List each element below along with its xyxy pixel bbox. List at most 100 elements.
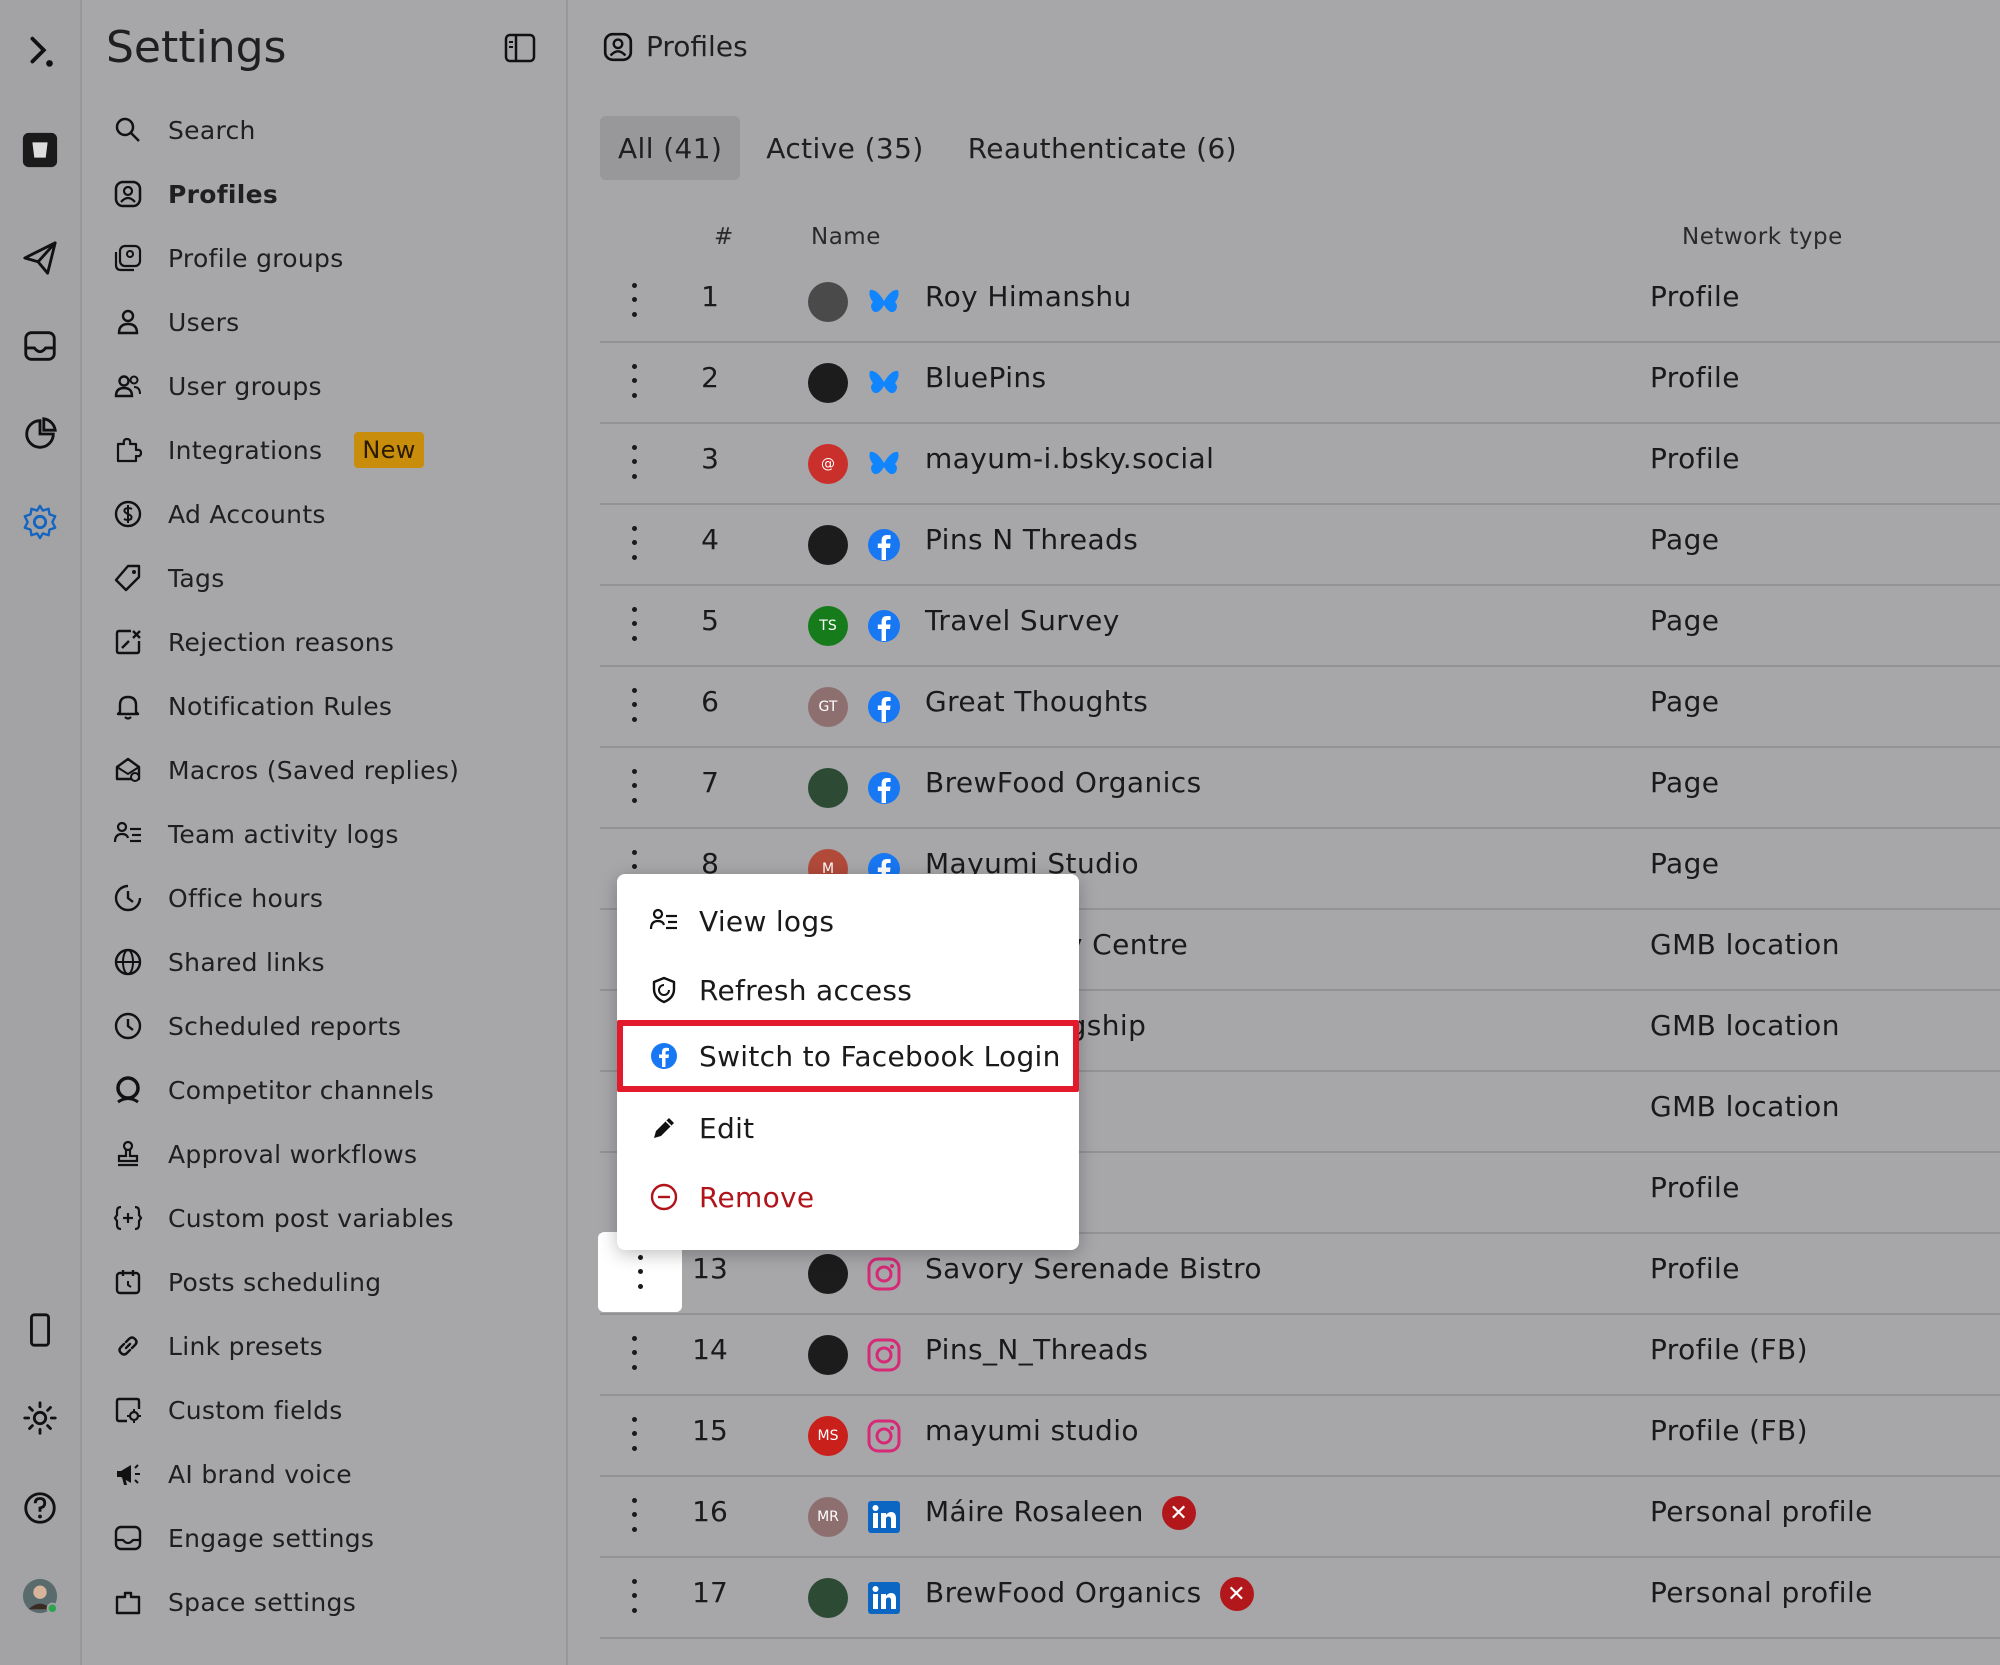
column-header-network-type[interactable]: Network type bbox=[1682, 224, 1843, 250]
nav-item-users[interactable]: Users bbox=[112, 294, 542, 350]
table-row[interactable]: 14 Pins_N_Threads Profile (FB) bbox=[600, 1315, 2000, 1396]
analytics-icon[interactable] bbox=[16, 410, 64, 458]
nav-item-approval-workflows[interactable]: Approval workflows bbox=[112, 1126, 542, 1182]
publish-icon[interactable] bbox=[16, 234, 64, 282]
profile-name[interactable]: Roy Himanshu bbox=[925, 280, 1132, 313]
profile-name[interactable]: BrewFood Organics ✕ bbox=[925, 1576, 1254, 1611]
kebab-icon[interactable] bbox=[622, 521, 646, 565]
profile-name[interactable]: Travel Survey bbox=[925, 604, 1120, 637]
nav-item-ad-accounts[interactable]: Ad Accounts bbox=[112, 486, 542, 542]
dollar-icon bbox=[112, 498, 144, 530]
avatar: MS bbox=[808, 1416, 848, 1456]
nav-item-custom-fields[interactable]: Custom fields bbox=[112, 1382, 542, 1438]
nav-item-link-presets[interactable]: Link presets bbox=[112, 1318, 542, 1374]
nav-item-rejection-reasons[interactable]: Rejection reasons bbox=[112, 614, 542, 670]
profile-name[interactable]: Máire Rosaleen ✕ bbox=[925, 1495, 1196, 1530]
nav-item-tags[interactable]: Tags bbox=[112, 550, 542, 606]
workspace-avatar-icon[interactable] bbox=[16, 126, 64, 174]
profile-name[interactable]: BluePins bbox=[925, 361, 1047, 394]
inbox-icon[interactable] bbox=[16, 322, 64, 370]
instagram-icon bbox=[866, 1337, 902, 1373]
table-row[interactable]: 7 BrewFood Organics Page bbox=[600, 748, 2000, 829]
settings-gear-icon[interactable] bbox=[16, 498, 64, 546]
nav-label: Space settings bbox=[168, 1587, 357, 1617]
kebab-icon[interactable] bbox=[622, 683, 646, 727]
user-avatar[interactable] bbox=[16, 1572, 64, 1620]
kebab-icon[interactable] bbox=[622, 1493, 646, 1537]
row-number: 14 bbox=[692, 1333, 728, 1366]
menu-item-view-logs[interactable]: View logs bbox=[617, 888, 1079, 954]
nav-label: Profiles bbox=[168, 179, 279, 209]
app-logo-icon[interactable] bbox=[16, 28, 64, 76]
profile-name[interactable]: BrewFood Organics bbox=[925, 766, 1202, 799]
profile-name-text: mayum-i.bsky.social bbox=[925, 442, 1215, 475]
nav-item-shared-links[interactable]: Shared links bbox=[112, 934, 542, 990]
nav-label: Macros (Saved replies) bbox=[168, 755, 460, 785]
page-title: Profiles bbox=[602, 30, 748, 63]
table-row[interactable]: 4 Pins N Threads Page bbox=[600, 505, 2000, 586]
tab-active[interactable]: Active (35) bbox=[748, 116, 941, 180]
stamp-icon bbox=[112, 1138, 144, 1170]
nav-item-profile-groups[interactable]: Profile groups bbox=[112, 230, 542, 286]
profile-name[interactable]: Savory Serenade Bistro bbox=[925, 1252, 1262, 1285]
table-row[interactable]: 1 Roy Himanshu Profile bbox=[600, 262, 2000, 343]
column-header-number[interactable]: # bbox=[714, 224, 734, 250]
help-icon[interactable] bbox=[16, 1484, 64, 1532]
nav-item-user-groups[interactable]: User groups bbox=[112, 358, 542, 414]
kebab-icon[interactable] bbox=[622, 359, 646, 403]
clock-icon bbox=[112, 1010, 144, 1042]
kebab-icon[interactable] bbox=[622, 1574, 646, 1618]
table-row[interactable]: 16 MR Máire Rosaleen ✕ Personal profile bbox=[600, 1477, 2000, 1558]
nav-item-posts-scheduling[interactable]: Posts scheduling bbox=[112, 1254, 542, 1310]
space-icon bbox=[112, 1586, 144, 1618]
nav-item-engage-settings[interactable]: Engage settings bbox=[112, 1510, 542, 1566]
nav-item-profiles[interactable]: Profiles bbox=[112, 166, 542, 222]
profile-name[interactable]: mayumi studio bbox=[925, 1414, 1139, 1447]
instagram-icon bbox=[866, 1418, 902, 1454]
profile-name[interactable]: Pins N Threads bbox=[925, 523, 1138, 556]
tab-all[interactable]: All (41) bbox=[600, 116, 741, 180]
fields-icon bbox=[112, 1394, 144, 1426]
nav-item-ai-brand-voice[interactable]: AI brand voice bbox=[112, 1446, 542, 1502]
profile-name[interactable]: Great Thoughts bbox=[925, 685, 1148, 718]
nav-item-custom-post-variables[interactable]: Custom post variables bbox=[112, 1190, 542, 1246]
reject-icon bbox=[112, 626, 144, 658]
nav-item-macros[interactable]: Macros (Saved replies) bbox=[112, 742, 542, 798]
menu-item-remove[interactable]: Remove bbox=[617, 1164, 1079, 1230]
table-row[interactable]: 5 TS Travel Survey Page bbox=[600, 586, 2000, 667]
activity-icon bbox=[112, 818, 144, 850]
kebab-icon[interactable] bbox=[622, 602, 646, 646]
profile-name[interactable]: Pins_N_Threads bbox=[925, 1333, 1148, 1366]
nav-item-scheduled-reports[interactable]: Scheduled reports bbox=[112, 998, 542, 1054]
nav-item-space-settings[interactable]: Space settings bbox=[112, 1574, 542, 1630]
nav-item-integrations[interactable]: Integrations New bbox=[112, 422, 542, 478]
nav-label: Scheduled reports bbox=[168, 1011, 402, 1041]
network-type: Personal profile bbox=[1650, 1576, 1873, 1609]
nav-item-team-activity-logs[interactable]: Team activity logs bbox=[112, 806, 542, 862]
menu-item-refresh-access[interactable]: Refresh access bbox=[617, 957, 1079, 1023]
nav-item-office-hours[interactable]: Office hours bbox=[112, 870, 542, 926]
kebab-icon[interactable] bbox=[622, 1331, 646, 1375]
table-row[interactable]: 3 @ mayum-i.bsky.social Profile bbox=[600, 424, 2000, 505]
mobile-icon[interactable] bbox=[16, 1306, 64, 1354]
table-row[interactable]: 2 BluePins Profile bbox=[600, 343, 2000, 424]
nav-item-notification-rules[interactable]: Notification Rules bbox=[112, 678, 542, 734]
tab-reauthenticate[interactable]: Reauthenticate (6) bbox=[950, 116, 1255, 180]
kebab-icon[interactable] bbox=[622, 440, 646, 484]
table-row[interactable]: 6 GT Great Thoughts Page bbox=[600, 667, 2000, 748]
settings-title: Settings bbox=[106, 22, 287, 73]
profile-icon bbox=[112, 178, 144, 210]
nav-item-competitor-channels[interactable]: Competitor channels bbox=[112, 1062, 542, 1118]
kebab-icon[interactable] bbox=[622, 764, 646, 808]
menu-item-switch-to-facebook-login[interactable]: Switch to Facebook Login bbox=[617, 1020, 1079, 1092]
table-row[interactable]: 17 BrewFood Organics ✕ Personal profile bbox=[600, 1558, 2000, 1639]
column-header-name[interactable]: Name bbox=[811, 224, 881, 250]
theme-sun-icon[interactable] bbox=[16, 1394, 64, 1442]
nav-item-search[interactable]: Search bbox=[112, 102, 542, 158]
profile-name[interactable]: mayum-i.bsky.social bbox=[925, 442, 1214, 475]
menu-item-edit[interactable]: Edit bbox=[617, 1095, 1079, 1161]
kebab-icon[interactable] bbox=[622, 278, 646, 322]
collapse-sidebar-icon[interactable] bbox=[502, 30, 538, 66]
table-row[interactable]: 15 MS mayumi studio Profile (FB) bbox=[600, 1396, 2000, 1477]
kebab-icon[interactable] bbox=[622, 1412, 646, 1456]
